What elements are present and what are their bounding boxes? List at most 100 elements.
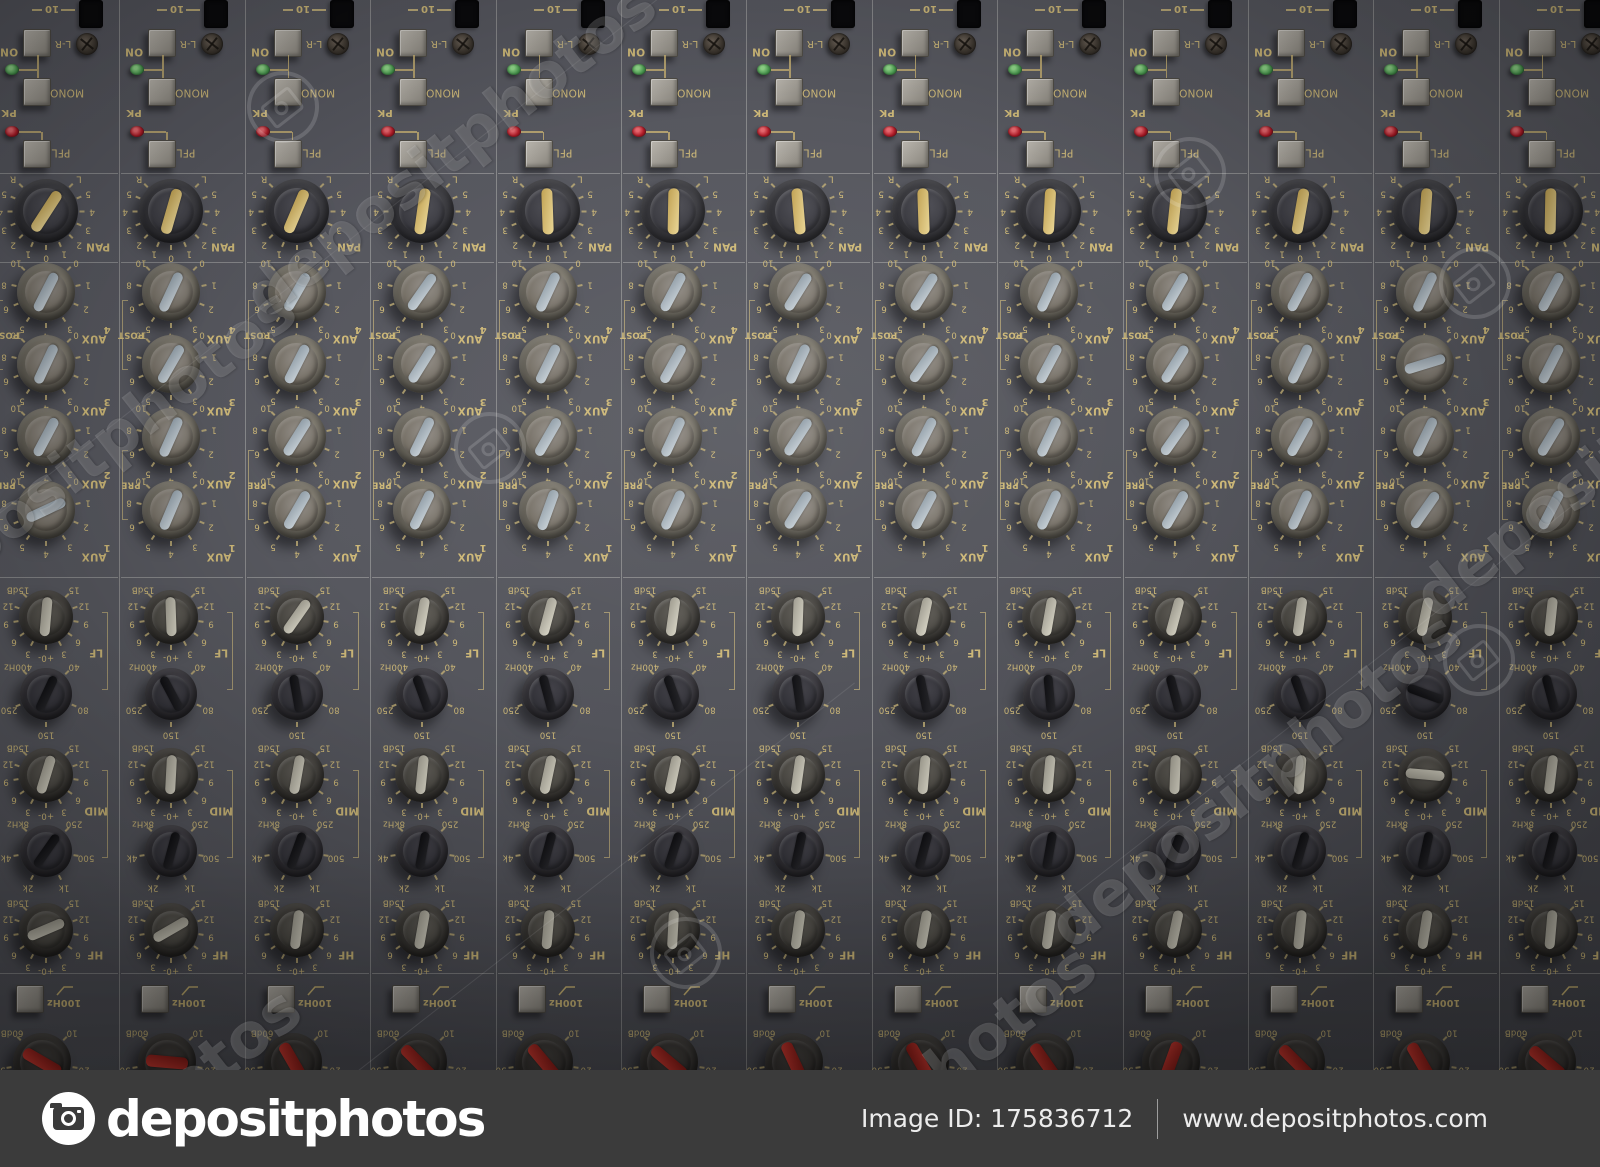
fader-slot[interactable] [1082,0,1107,28]
mid-freq-knob[interactable] [1148,825,1201,877]
aux1-knob[interactable] [644,481,702,539]
hpf-100hz-button[interactable] [768,985,797,1013]
mid-freq-knob[interactable] [1524,825,1577,877]
lf-freq-knob[interactable] [396,668,449,720]
aux3-knob[interactable] [1020,335,1079,393]
pfl-button[interactable] [1026,140,1055,168]
lf-freq-knob[interactable] [1399,668,1452,720]
hpf-100hz-button[interactable] [643,985,671,1013]
aux4-knob[interactable] [267,263,326,321]
mid-freq-knob[interactable] [897,825,950,877]
pan-knob[interactable] [1518,179,1583,243]
aux4-knob[interactable] [142,263,201,321]
mid-freq-knob[interactable] [1274,825,1326,877]
input-gain-knob[interactable] [1016,1033,1075,1070]
aux2-knob[interactable] [1020,408,1079,466]
mono-button[interactable] [900,78,929,106]
lr-route-button[interactable] [650,29,678,57]
mid-gain-knob[interactable] [1147,748,1202,802]
mid-gain-knob[interactable] [1273,748,1327,802]
mono-button[interactable] [524,78,553,106]
pan-knob[interactable] [766,179,831,243]
lf-freq-knob[interactable] [521,668,574,720]
aux2-knob[interactable] [17,408,75,466]
aux3-knob[interactable] [267,335,326,393]
lr-route-button[interactable] [524,29,553,57]
mid-freq-knob[interactable] [1399,825,1452,877]
aux1-knob[interactable] [1396,481,1455,539]
input-gain-knob[interactable] [389,1033,448,1070]
mono-button[interactable] [273,78,302,106]
aux2-knob[interactable] [1271,408,1329,466]
lf-freq-knob[interactable] [1274,668,1326,720]
pan-knob[interactable] [515,179,580,243]
fader-slot[interactable] [1458,0,1483,28]
aux4-knob[interactable] [1145,263,1204,321]
lf-gain-knob[interactable] [269,590,324,644]
hpf-100hz-button[interactable] [1395,985,1424,1013]
aux1-knob[interactable] [769,481,828,539]
pan-knob[interactable] [641,179,705,243]
mid-gain-knob[interactable] [896,748,951,802]
lf-gain-knob[interactable] [896,590,951,644]
aux4-knob[interactable] [17,263,75,321]
lf-freq-knob[interactable] [145,668,198,720]
pfl-button[interactable] [273,140,302,168]
hf-gain-knob[interactable] [144,903,199,957]
lf-freq-knob[interactable] [647,668,699,720]
lf-gain-knob[interactable] [1147,590,1202,644]
lf-gain-knob[interactable] [771,590,826,644]
pan-knob[interactable] [891,179,956,243]
hpf-100hz-button[interactable] [893,985,922,1013]
aux2-knob[interactable] [644,408,702,466]
pfl-button[interactable] [23,140,51,168]
aux4-knob[interactable] [894,263,953,321]
fader-slot[interactable] [329,0,354,28]
fader-slot[interactable] [831,0,856,28]
lr-route-button[interactable] [1026,29,1055,57]
aux2-knob[interactable] [393,408,452,466]
mid-gain-knob[interactable] [1523,748,1578,802]
aux4-knob[interactable] [644,263,702,321]
mono-button[interactable] [399,78,428,106]
fader-slot[interactable] [455,0,480,28]
pfl-button[interactable] [1402,140,1431,168]
aux3-knob[interactable] [17,335,75,393]
hf-gain-knob[interactable] [1147,903,1202,957]
aux2-knob[interactable] [894,408,953,466]
pfl-button[interactable] [900,140,929,168]
mid-freq-knob[interactable] [20,825,72,877]
mono-button[interactable] [650,78,678,106]
aux3-knob[interactable] [644,335,702,393]
hpf-100hz-button[interactable] [1019,985,1048,1013]
aux3-knob[interactable] [1145,335,1204,393]
aux2-knob[interactable] [1521,408,1580,466]
hpf-100hz-button[interactable] [1520,985,1549,1013]
pfl-button[interactable] [1527,140,1556,168]
hpf-100hz-button[interactable] [141,985,170,1013]
fader-slot[interactable] [79,0,103,28]
mid-gain-knob[interactable] [19,748,73,802]
lf-freq-knob[interactable] [772,668,825,720]
pfl-button[interactable] [775,140,804,168]
pan-knob[interactable] [390,179,455,243]
hf-gain-knob[interactable] [520,903,575,957]
mid-gain-knob[interactable] [144,748,199,802]
hpf-100hz-button[interactable] [16,985,44,1013]
lf-freq-knob[interactable] [20,668,72,720]
pan-knob[interactable] [264,179,329,243]
pfl-button[interactable] [1151,140,1180,168]
hf-gain-knob[interactable] [1398,903,1453,957]
fader-slot[interactable] [706,0,730,28]
mono-button[interactable] [23,78,51,106]
aux1-knob[interactable] [17,481,75,539]
lr-route-button[interactable] [23,29,51,57]
fader-slot[interactable] [1207,0,1232,28]
hf-gain-knob[interactable] [771,903,826,957]
aux3-knob[interactable] [142,335,201,393]
mid-gain-knob[interactable] [771,748,826,802]
hf-gain-knob[interactable] [1273,903,1327,957]
lf-gain-knob[interactable] [144,590,199,644]
aux4-knob[interactable] [393,263,452,321]
pan-knob[interactable] [1017,179,1082,243]
